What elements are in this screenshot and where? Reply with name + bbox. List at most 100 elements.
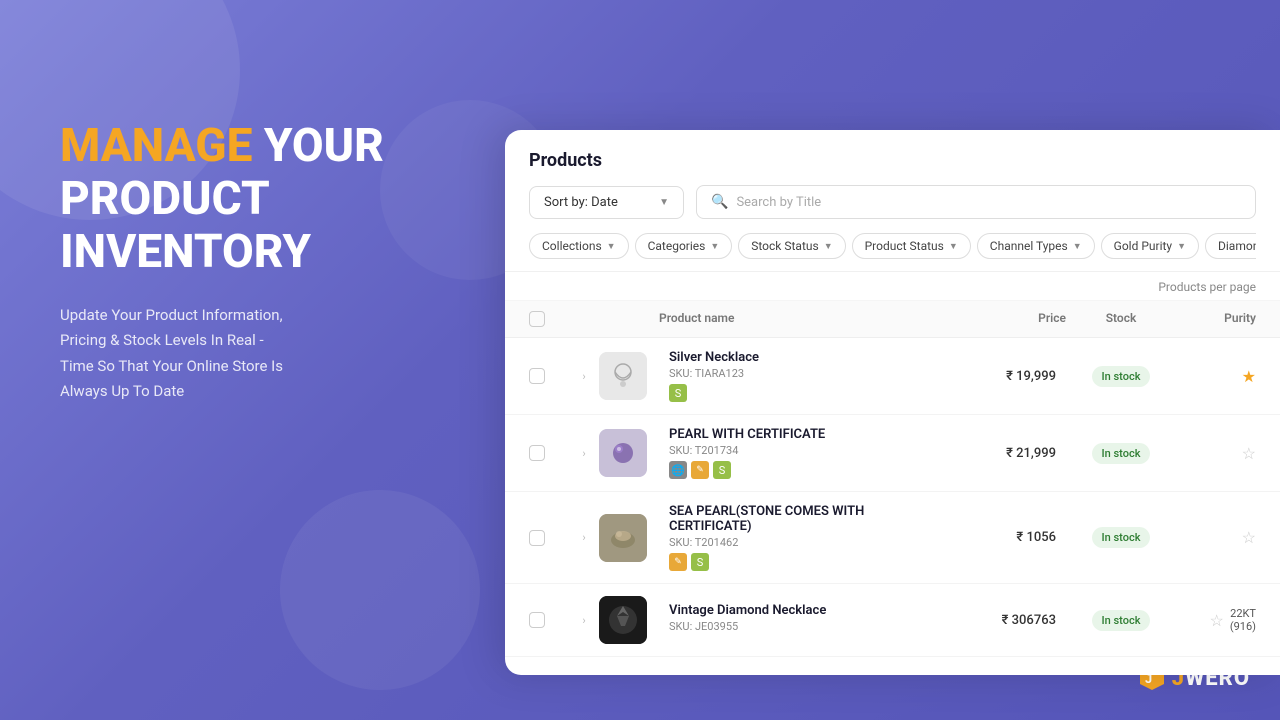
product-status-arrow-icon: ▼	[949, 241, 958, 252]
filter-chip-product-status[interactable]: Product Status ▼	[852, 233, 971, 259]
row3-purity: ☆	[1176, 528, 1256, 547]
row3-star-icon[interactable]: ☆	[1242, 528, 1256, 547]
th-checkbox	[529, 311, 569, 327]
row3-badges: ✎ S	[669, 553, 946, 571]
row4-stock-badge: In stock	[1092, 610, 1151, 631]
categories-arrow-icon: ▼	[710, 241, 719, 252]
filter-product-status-label: Product Status	[865, 239, 944, 253]
row3-checkbox[interactable]	[529, 530, 545, 546]
row1-thumb	[599, 352, 647, 400]
table-row: › SEA PEARL(STONE COMES WITH CERTIFICATE…	[505, 492, 1280, 584]
row4-checkbox-cell	[529, 612, 569, 628]
row1-expand[interactable]: ›	[569, 370, 599, 383]
filter-categories-label: Categories	[648, 239, 706, 253]
row3-stock-badge: In stock	[1092, 527, 1151, 548]
th-expand	[569, 311, 599, 327]
row2-stock-badge: In stock	[1092, 443, 1151, 464]
row2-checkbox-cell	[529, 445, 569, 461]
header-checkbox[interactable]	[529, 311, 545, 327]
products-per-page-row: Products per page	[505, 272, 1280, 301]
row4-purity: ☆ 22KT(916)	[1176, 607, 1256, 633]
table-row: › Vintage Diamond Necklace SKU: JE03955 …	[505, 584, 1280, 657]
row1-stock: In stock	[1066, 366, 1176, 387]
filter-diamond-purity-label: Diamond Purity	[1218, 239, 1256, 253]
filter-chip-stock-status[interactable]: Stock Status ▼	[738, 233, 845, 259]
row1-purity: ★	[1176, 367, 1256, 386]
product-table: Product name Price Stock Purity › Silver…	[505, 301, 1280, 657]
row2-stock: In stock	[1066, 443, 1176, 464]
row3-product-name: SEA PEARL(STONE COMES WITH CERTIFICATE)	[669, 504, 946, 534]
row2-product-info: PEARL WITH CERTIFICATE SKU: T201734 🌐 ✎ …	[659, 427, 946, 479]
sort-arrow-icon: ▼	[659, 197, 669, 208]
row4-product-sku: SKU: JE03955	[669, 620, 946, 633]
row2-checkbox[interactable]	[529, 445, 545, 461]
row1-badges: S	[669, 384, 946, 402]
row1-checkbox[interactable]	[529, 368, 545, 384]
row1-product-name: Silver Necklace	[669, 350, 946, 365]
row1-stock-badge: In stock	[1092, 366, 1151, 387]
row4-product-info: Vintage Diamond Necklace SKU: JE03955	[659, 603, 946, 637]
filter-chip-collections[interactable]: Collections ▼	[529, 233, 629, 259]
stock-arrow-icon: ▼	[824, 241, 833, 252]
row1-star-icon[interactable]: ★	[1242, 367, 1256, 386]
row4-star-icon[interactable]: ☆	[1210, 611, 1224, 630]
row3-badge-edit: ✎	[669, 553, 687, 571]
th-thumb	[599, 311, 659, 327]
filter-chip-channel-types[interactable]: Channel Types ▼	[977, 233, 1095, 259]
row2-expand[interactable]: ›	[569, 447, 599, 460]
filter-stock-label: Stock Status	[751, 239, 818, 253]
row3-price: ₹ 1056	[946, 530, 1066, 545]
channel-arrow-icon: ▼	[1073, 241, 1082, 252]
row2-product-name: PEARL WITH CERTIFICATE	[669, 427, 946, 442]
row3-stock: In stock	[1066, 527, 1176, 548]
row2-badges: 🌐 ✎ S	[669, 461, 946, 479]
subtext: Update Your Product Information,Pricing …	[60, 303, 460, 405]
headline: MANAGE YOURPRODUCTINVENTORY	[60, 120, 460, 279]
row3-checkbox-cell	[529, 530, 569, 546]
row4-thumb	[599, 596, 647, 644]
table-header-row: Product name Price Stock Purity	[505, 301, 1280, 338]
th-purity: Purity	[1176, 311, 1256, 327]
row4-price: ₹ 306763	[946, 613, 1066, 628]
collections-arrow-icon: ▼	[607, 241, 616, 252]
row4-stock: In stock	[1066, 610, 1176, 631]
products-per-page-label: Products per page	[1158, 280, 1256, 294]
table-row: › PEARL WITH CERTIFICATE SKU: T201734 🌐 …	[505, 415, 1280, 492]
row2-badge-shopify: S	[713, 461, 731, 479]
row1-badge-shopify: S	[669, 384, 687, 402]
sort-select[interactable]: Sort by: Date ▼	[529, 186, 684, 219]
toolbar-row: Sort by: Date ▼ 🔍 Search by Title	[529, 185, 1256, 219]
row3-expand[interactable]: ›	[569, 531, 599, 544]
product-panel: Products Sort by: Date ▼ 🔍 Search by Tit…	[505, 130, 1280, 675]
filter-chip-gold-purity[interactable]: Gold Purity ▼	[1101, 233, 1199, 259]
silver-necklace-thumb-svg	[599, 352, 647, 400]
filter-collections-label: Collections	[542, 239, 602, 253]
row4-product-name: Vintage Diamond Necklace	[669, 603, 946, 618]
row1-checkbox-cell	[529, 368, 569, 384]
row2-star-icon[interactable]: ☆	[1242, 444, 1256, 463]
th-stock: Stock	[1066, 311, 1176, 327]
search-placeholder: Search by Title	[736, 195, 821, 210]
table-row: › Silver Necklace SKU: TIARA123 S ₹ 19,9…	[505, 338, 1280, 415]
row2-price: ₹ 21,999	[946, 446, 1066, 461]
row4-purity-text: 22KT(916)	[1230, 607, 1256, 633]
row4-checkbox[interactable]	[529, 612, 545, 628]
row2-badge-globe: 🌐	[669, 461, 687, 479]
sea-pearl-thumb-svg	[599, 514, 647, 562]
search-icon: 🔍	[711, 194, 728, 210]
row3-product-sku: SKU: T201462	[669, 536, 946, 549]
th-name: Product name	[659, 311, 946, 327]
gold-purity-arrow-icon: ▼	[1177, 241, 1186, 252]
filter-channel-label: Channel Types	[990, 239, 1068, 253]
row2-thumb	[599, 429, 647, 477]
diamond-necklace-thumb-svg	[599, 596, 647, 644]
row3-product-info: SEA PEARL(STONE COMES WITH CERTIFICATE) …	[659, 504, 946, 571]
panel-title: Products	[529, 150, 1256, 171]
filter-chip-diamond-purity[interactable]: Diamond Purity ▼	[1205, 233, 1256, 259]
row4-expand[interactable]: ›	[569, 614, 599, 627]
row3-thumb	[599, 514, 647, 562]
filter-chip-categories[interactable]: Categories ▼	[635, 233, 733, 259]
row2-product-sku: SKU: T201734	[669, 444, 946, 457]
headline-manage: MANAGE	[60, 119, 252, 173]
search-box[interactable]: 🔍 Search by Title	[696, 185, 1256, 219]
